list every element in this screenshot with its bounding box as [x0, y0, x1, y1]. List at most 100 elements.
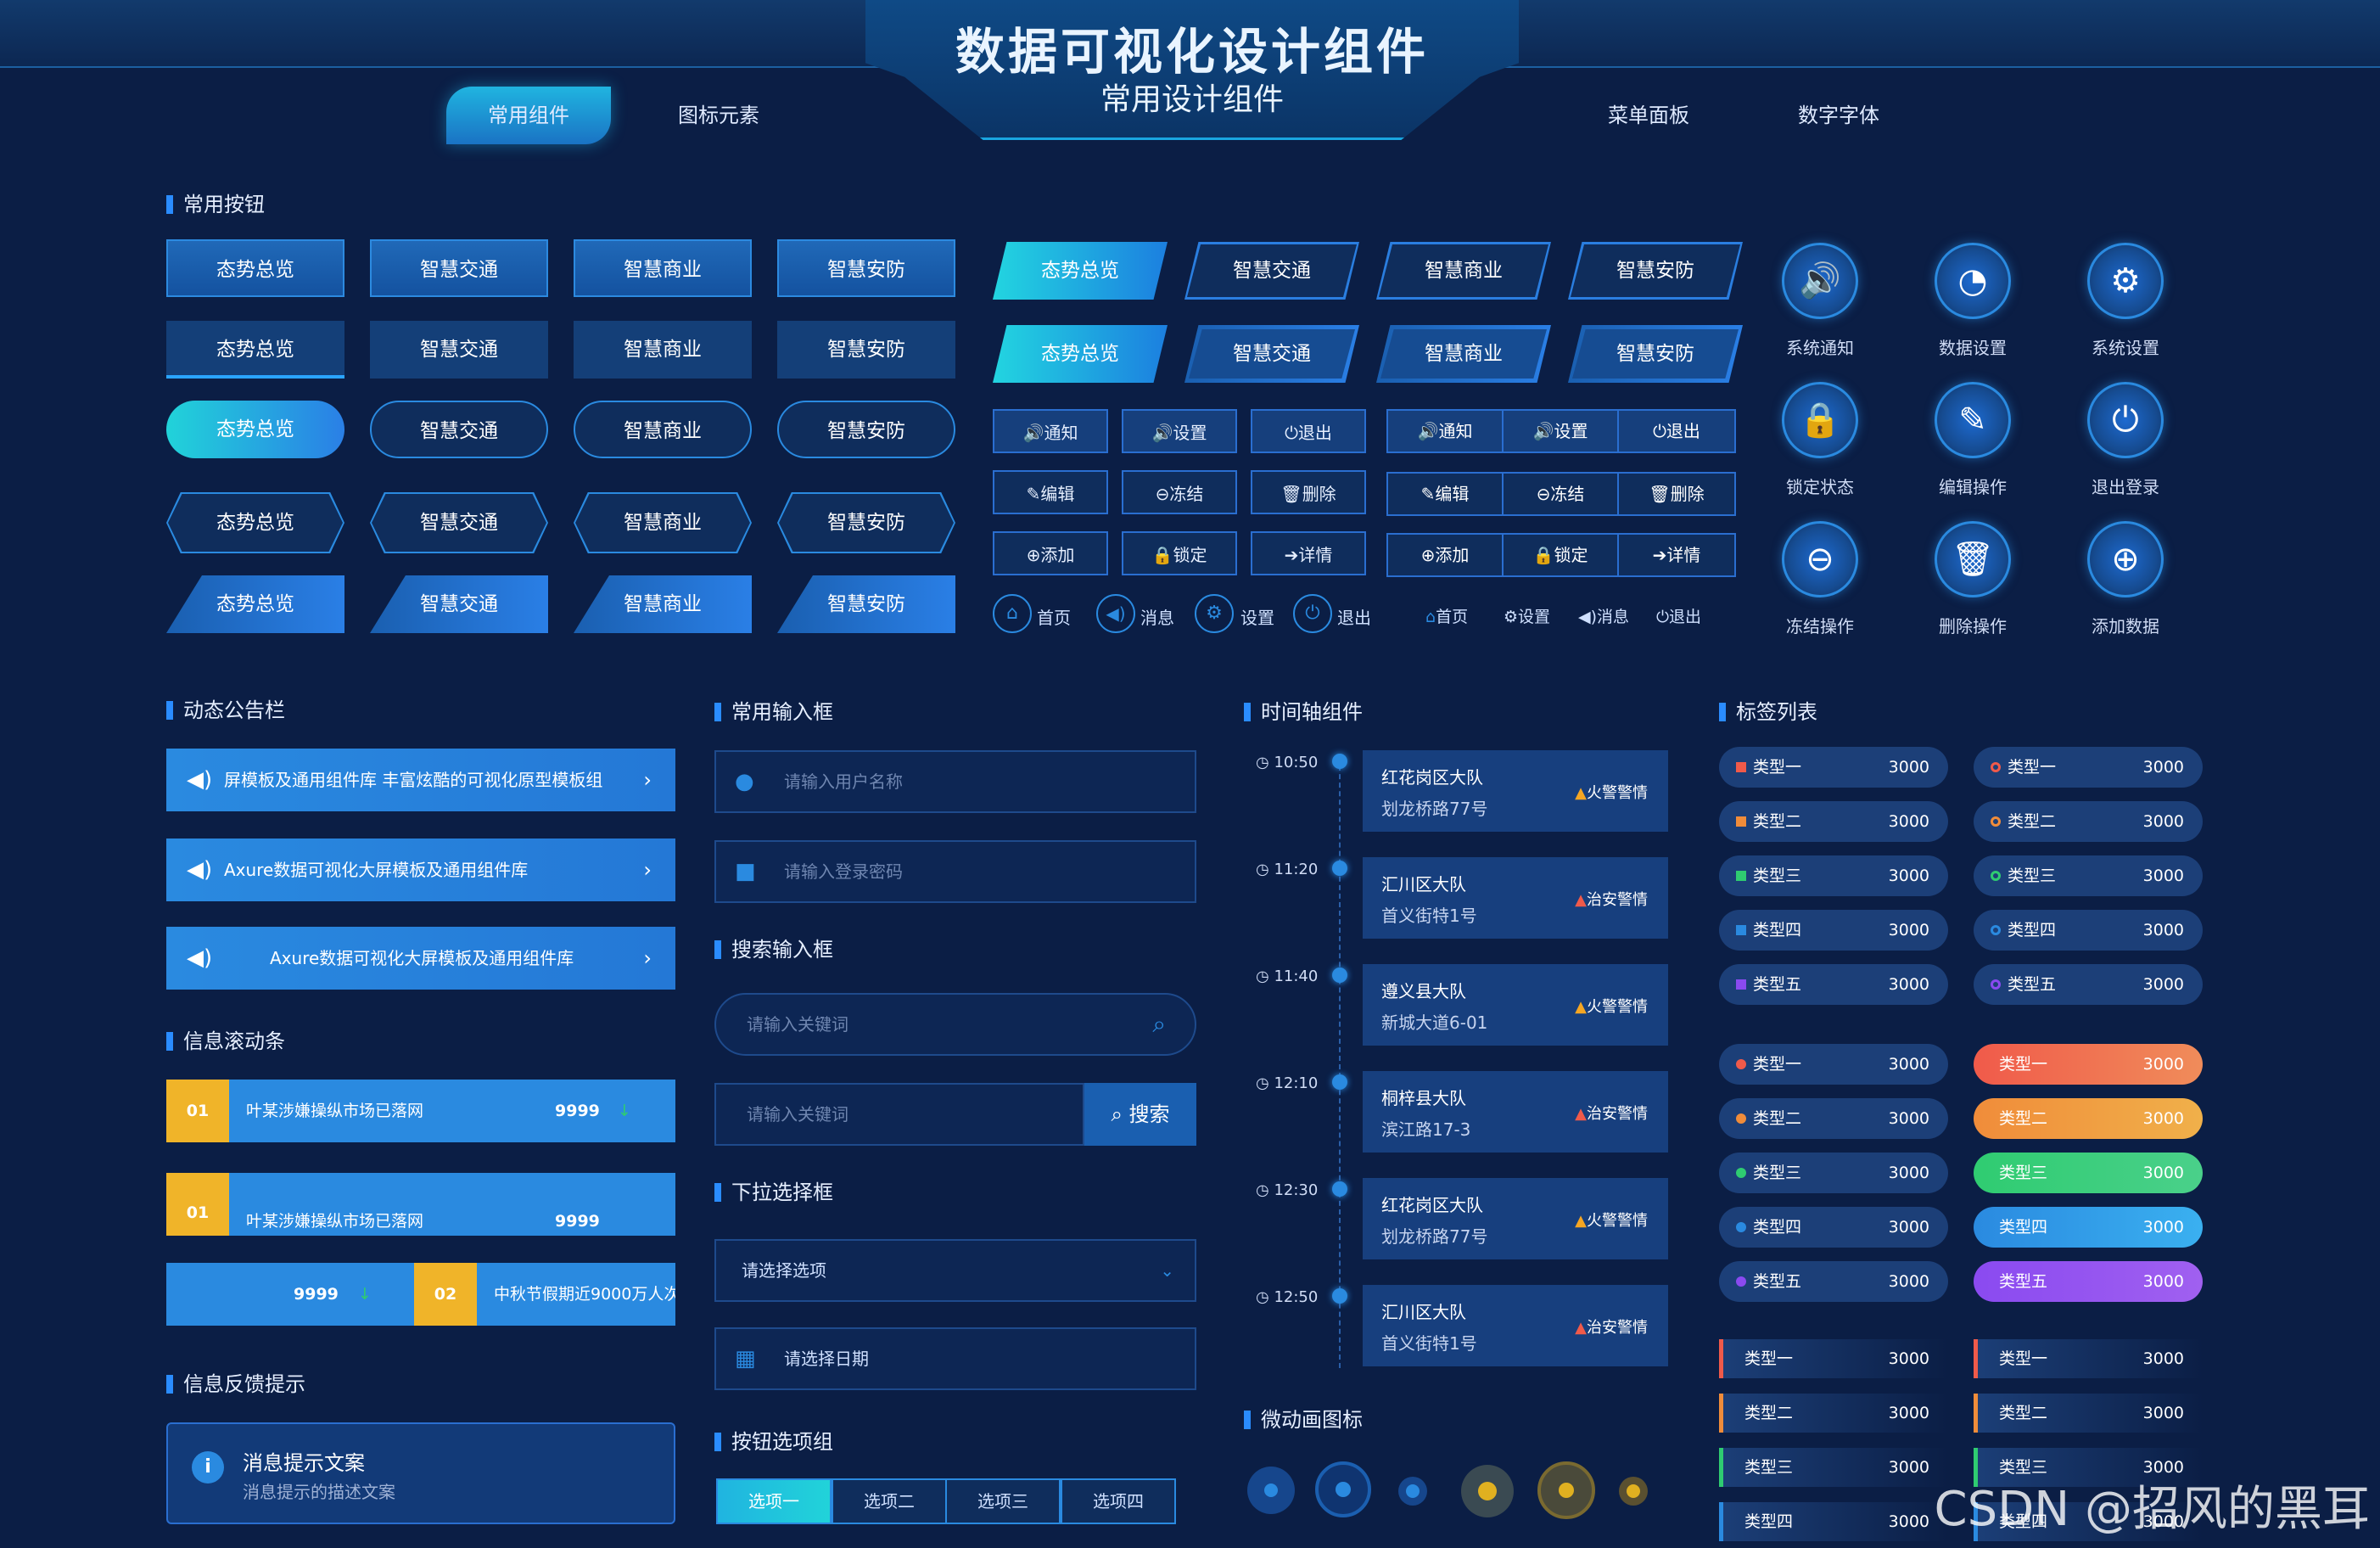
- btn-a-3[interactable]: 智慧商业: [574, 239, 752, 297]
- tab-icons[interactable]: 图标元素: [636, 87, 801, 144]
- option-3[interactable]: 选项三: [945, 1478, 1061, 1524]
- speaker-icon[interactable]: ◀): [1096, 594, 1135, 633]
- warning-icon: ▲: [1575, 784, 1587, 802]
- trash-icon[interactable]: 🗑: [1935, 521, 2011, 597]
- power-icon[interactable]: ⏻: [1293, 594, 1332, 633]
- pulse-icon: [1537, 1461, 1595, 1519]
- tab-common[interactable]: 常用组件: [446, 87, 611, 144]
- btn-edit[interactable]: ✎编辑: [1388, 474, 1504, 514]
- btn-d-2[interactable]: 智慧交通: [372, 494, 546, 552]
- btn-c-1[interactable]: 态势总览: [166, 401, 344, 458]
- search-input[interactable]: 请输入关键词 ⌕: [714, 993, 1196, 1056]
- minus-circle-icon[interactable]: ⊖: [1782, 521, 1858, 597]
- btn-skew-a-1[interactable]: 态势总览: [993, 242, 1168, 300]
- btn-skew-a-4[interactable]: 智慧安防: [1568, 242, 1743, 300]
- btn-b-3[interactable]: 智慧商业: [574, 321, 752, 379]
- btn-notify[interactable]: 🔊通知: [1388, 411, 1504, 452]
- btn-b-2[interactable]: 智慧交通: [370, 321, 548, 379]
- notice-item[interactable]: ◀) 屏模板及通用组件库 丰富炫酷的可视化原型模板组 ›: [166, 749, 675, 811]
- notice-item[interactable]: ◀) Axure数据可视化大屏模板及通用组件库 ›: [166, 838, 675, 901]
- timeline-card[interactable]: 红花岗区大队 划龙桥路77号 ▲火警警情: [1363, 750, 1668, 832]
- dot-marker: [1736, 1168, 1746, 1178]
- btn-add[interactable]: ⊕添加: [1388, 535, 1504, 575]
- btn-add[interactable]: ⊕添加: [993, 531, 1108, 575]
- btn-d-1[interactable]: 态势总览: [168, 494, 343, 552]
- btn-skew-b-2[interactable]: 智慧交通: [1184, 325, 1359, 383]
- btn-freeze[interactable]: ⊖冻结: [1504, 474, 1619, 514]
- roll-bar[interactable]: 9999 ↓ 02 中秋节假期近9000万人次: [166, 1263, 675, 1326]
- dot-marker: [1736, 1222, 1746, 1232]
- roll-bar[interactable]: 01 叶某涉嫌操纵市场已落网 9999 ↓: [166, 1080, 675, 1142]
- btn-a-4[interactable]: 智慧安防: [777, 239, 955, 297]
- link-settings[interactable]: ⚙设置: [1504, 604, 1550, 627]
- timeline-card[interactable]: 桐梓县大队 滨江路17-3 ▲治安警情: [1363, 1071, 1668, 1153]
- btn-e-1[interactable]: 态势总览: [166, 575, 344, 633]
- date-picker[interactable]: ▦ 请选择日期: [714, 1327, 1196, 1390]
- btn-exit[interactable]: ⏻退出: [1619, 411, 1734, 452]
- btn-freeze[interactable]: ⊖冻结: [1122, 470, 1237, 514]
- warning-text: 治安警情: [1587, 891, 1648, 909]
- btn-exit[interactable]: ⏻退出: [1251, 409, 1366, 453]
- btn-skew-label: 智慧交通: [1233, 260, 1311, 282]
- password-input[interactable]: ■ 请输入登录密码: [714, 840, 1196, 903]
- lock-icon[interactable]: 🔒: [1782, 382, 1858, 458]
- notice-item[interactable]: ◀) Axure数据可视化大屏模板及通用组件库 ›: [166, 927, 675, 990]
- home-icon[interactable]: ⌂: [993, 594, 1032, 633]
- btn-e-3[interactable]: 智慧商业: [574, 575, 752, 633]
- btn-skew-a-2[interactable]: 智慧交通: [1184, 242, 1359, 300]
- option-1[interactable]: 选项一: [716, 1478, 832, 1524]
- select-dropdown[interactable]: 请选择选项 ⌄: [714, 1239, 1196, 1302]
- watermark: CSDN @招风的黑耳: [1934, 1482, 2370, 1537]
- power-icon[interactable]: ⏻: [2087, 382, 2164, 458]
- gear-icon[interactable]: ⚙: [2087, 243, 2164, 319]
- option-2[interactable]: 选项二: [832, 1478, 947, 1524]
- btn-notify[interactable]: 🔊通知: [993, 409, 1108, 453]
- option-4[interactable]: 选项四: [1061, 1478, 1176, 1524]
- btn-skew-b-4[interactable]: 智慧安防: [1568, 325, 1743, 383]
- search-input-2[interactable]: 请输入关键词: [714, 1083, 1084, 1146]
- search-button[interactable]: ⌕ 搜索: [1084, 1083, 1196, 1146]
- speaker-icon[interactable]: 🔊: [1782, 243, 1858, 319]
- btn-b-4[interactable]: 智慧安防: [777, 321, 955, 379]
- btn-b-1[interactable]: 态势总览: [166, 321, 344, 379]
- timeline-card[interactable]: 汇川区大队 首义街特1号 ▲治安警情: [1363, 857, 1668, 939]
- pencil-icon[interactable]: ✎: [1935, 382, 2011, 458]
- pie-chart-icon[interactable]: ◔: [1935, 243, 2011, 319]
- btn-e-2[interactable]: 智慧交通: [370, 575, 548, 633]
- tag-value: 3000: [1888, 867, 1929, 885]
- gear-icon[interactable]: ⚙: [1195, 594, 1234, 633]
- btn-skew-b-1[interactable]: 态势总览: [993, 325, 1168, 383]
- link-exit[interactable]: ⏻退出: [1656, 604, 1701, 627]
- link-message[interactable]: ◀)消息: [1578, 604, 1629, 627]
- btn-e-4[interactable]: 智慧安防: [777, 575, 955, 633]
- btn-c-3[interactable]: 智慧商业: [574, 401, 752, 458]
- ring-marker: [1991, 762, 2001, 772]
- btn-lock[interactable]: 🔒锁定: [1504, 535, 1619, 575]
- timeline-card[interactable]: 红花岗区大队 划龙桥路77号 ▲火警警情: [1363, 1178, 1668, 1259]
- btn-skew-b-3[interactable]: 智慧商业: [1376, 325, 1551, 383]
- btn-d-3[interactable]: 智慧商业: [575, 494, 750, 552]
- btn-settings[interactable]: 🔊设置: [1122, 409, 1237, 453]
- btn-delete[interactable]: 🗑删除: [1619, 474, 1734, 514]
- search-icon[interactable]: ⌕: [1152, 995, 1166, 1054]
- btn-lock[interactable]: 🔒锁定: [1122, 531, 1237, 575]
- btn-delete[interactable]: 🗑删除: [1251, 470, 1366, 514]
- tab-digital-font[interactable]: 数字字体: [1756, 87, 1921, 144]
- roll-bar[interactable]: 01 叶某涉嫌操纵市场已落网 9999: [166, 1173, 675, 1236]
- timeline-card[interactable]: 汇川区大队 首义街特1号 ▲治安警情: [1363, 1285, 1668, 1366]
- btn-a-2[interactable]: 智慧交通: [370, 239, 548, 297]
- plus-circle-icon[interactable]: ⊕: [2087, 521, 2164, 597]
- btn-edit[interactable]: ✎编辑: [993, 470, 1108, 514]
- btn-skew-a-3[interactable]: 智慧商业: [1376, 242, 1551, 300]
- link-home[interactable]: ⌂首页: [1425, 604, 1468, 627]
- username-input[interactable]: ● 请输入用户名称: [714, 750, 1196, 813]
- tab-menu[interactable]: 菜单面板: [1566, 87, 1731, 144]
- btn-a-1[interactable]: 态势总览: [166, 239, 344, 297]
- btn-c-4[interactable]: 智慧安防: [777, 401, 955, 458]
- btn-detail[interactable]: ➔详情: [1619, 535, 1734, 575]
- btn-detail[interactable]: ➔详情: [1251, 531, 1366, 575]
- timeline-card[interactable]: 遵义县大队 新城大道6-01 ▲火警警情: [1363, 964, 1668, 1046]
- btn-d-4[interactable]: 智慧安防: [779, 494, 954, 552]
- btn-c-2[interactable]: 智慧交通: [370, 401, 548, 458]
- btn-settings[interactable]: 🔊设置: [1504, 411, 1619, 452]
